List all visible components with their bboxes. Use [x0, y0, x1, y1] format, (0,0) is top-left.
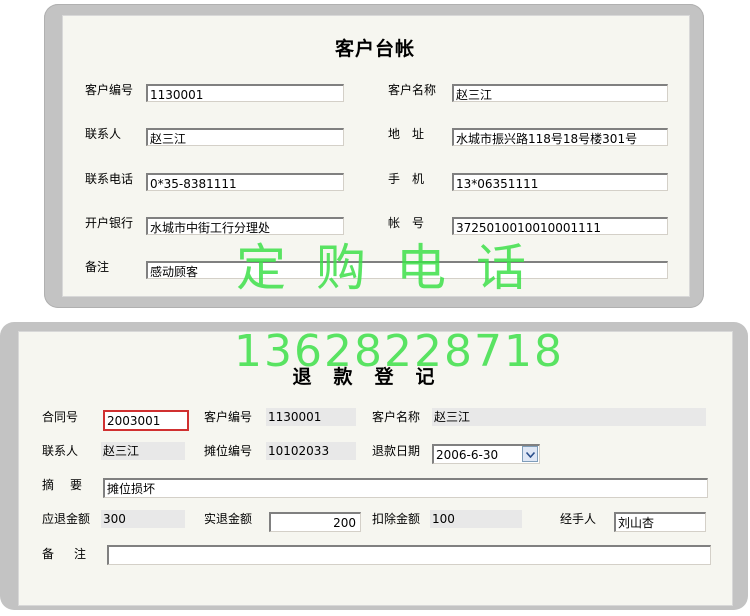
- handler-label: 经手人: [560, 512, 597, 526]
- chevron-down-icon: [525, 447, 535, 461]
- summary-field[interactable]: 摊位损坏: [103, 478, 708, 498]
- mobile-field[interactable]: 13*06351111: [452, 173, 668, 191]
- watermark-text: 定购电话: [236, 239, 556, 297]
- contact-field[interactable]: 赵三江: [146, 128, 344, 146]
- refund-date-value: 2006-6-30: [436, 448, 499, 462]
- customer-ledger-title: 客户台帐: [334, 38, 415, 60]
- refund-remark-field[interactable]: [107, 545, 711, 565]
- summary-label: 摘 要: [42, 478, 85, 492]
- refund-remark-label: 备 注: [42, 547, 91, 561]
- address-field[interactable]: 水城市振兴路118号18号楼301号: [452, 128, 668, 146]
- refund-actual-label: 实退金额: [204, 512, 253, 526]
- contract-no-label: 合同号: [42, 410, 79, 424]
- refund-contact-value: 赵三江: [101, 442, 185, 460]
- refund-customer-no-value: 1130001: [266, 408, 356, 426]
- refund-actual-field[interactable]: 200: [269, 512, 361, 532]
- address-label: 地 址: [388, 127, 425, 141]
- booth-no-label: 摊位编号: [204, 444, 253, 458]
- refund-contact-label: 联系人: [42, 444, 79, 458]
- date-dropdown-button[interactable]: [522, 446, 538, 462]
- customer-no-field[interactable]: 1130001: [146, 84, 344, 102]
- bank-label: 开户银行: [85, 216, 134, 230]
- customer-no-label: 客户编号: [85, 83, 134, 97]
- refund-customer-name-label: 客户名称: [372, 410, 421, 424]
- booth-no-value: 10102033: [266, 442, 356, 460]
- refund-due-value: 300: [101, 510, 185, 528]
- refund-due-label: 应退金额: [42, 512, 91, 526]
- deduction-label: 扣除金额: [372, 512, 421, 526]
- refund-date-label: 退款日期: [372, 444, 421, 458]
- customer-name-field[interactable]: 赵三江: [452, 84, 668, 102]
- refund-customer-name-value: 赵三江: [432, 408, 706, 426]
- customer-name-label: 客户名称: [388, 83, 437, 97]
- contract-no-field[interactable]: 2003001: [103, 410, 189, 431]
- watermark-number: 13628228718: [234, 326, 564, 377]
- handler-field[interactable]: 刘山杏: [614, 512, 706, 532]
- refund-customer-no-label: 客户编号: [204, 410, 253, 424]
- phone-field[interactable]: 0*35-8381111: [146, 173, 344, 191]
- phone-label: 联系电话: [85, 172, 134, 186]
- contact-label: 联系人: [85, 127, 122, 141]
- mobile-label: 手 机: [388, 172, 425, 186]
- deduction-value: 100: [430, 510, 522, 528]
- remark-label: 备注: [85, 260, 110, 274]
